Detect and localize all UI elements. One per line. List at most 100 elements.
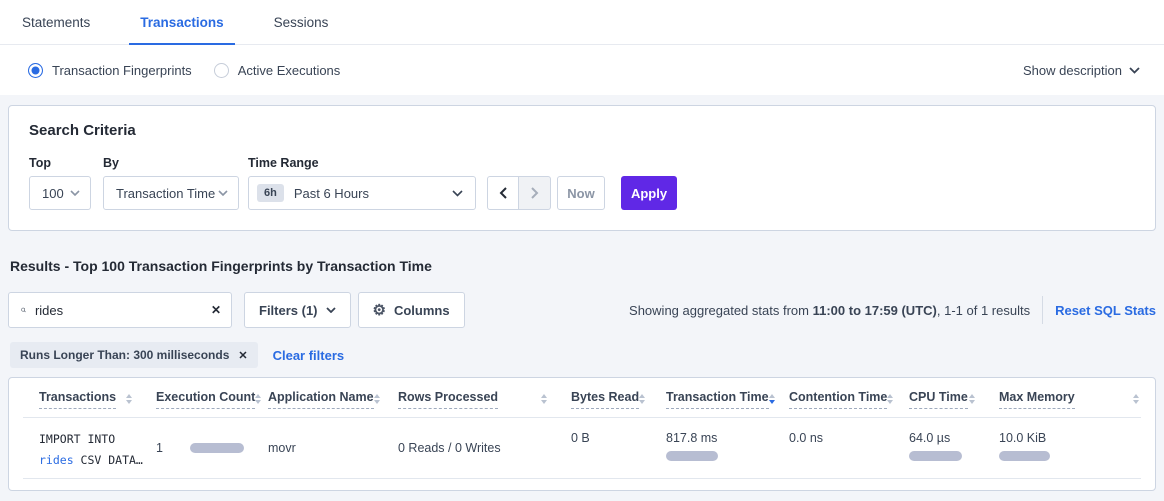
column-header-contention-time[interactable]: Contention Time <box>789 390 909 409</box>
time-range-value: Past 6 Hours <box>294 186 369 201</box>
chevron-down-icon <box>326 307 336 313</box>
radio-label: Active Executions <box>238 63 341 78</box>
by-label: By <box>103 156 248 170</box>
time-range-select[interactable]: 6h Past 6 Hours <box>248 176 476 210</box>
chevron-down-icon <box>218 190 228 196</box>
filters-button-label: Filters (1) <box>259 303 318 318</box>
rows-processed-cell: 0 Reads / 0 Writes <box>398 418 571 478</box>
sort-icon[interactable] <box>1133 390 1139 404</box>
chevron-right-icon <box>531 187 539 199</box>
filters-button[interactable]: Filters (1) <box>244 292 351 328</box>
tab-transactions[interactable]: Transactions <box>140 0 223 44</box>
top-label: Top <box>29 156 103 170</box>
clear-filters-link[interactable]: Clear filters <box>273 348 345 363</box>
filter-pill-label: Runs Longer Than: 300 milliseconds <box>20 348 229 362</box>
search-input[interactable] <box>35 303 211 318</box>
reset-sql-stats-link[interactable]: Reset SQL Stats <box>1055 303 1156 318</box>
show-description-label: Show description <box>1023 63 1122 78</box>
top-select-value: 100 <box>42 186 64 201</box>
active-filters-row: Runs Longer Than: 300 milliseconds ✕ Cle… <box>8 342 1156 368</box>
time-window-stepper <box>487 176 551 210</box>
column-header-cpu-time[interactable]: CPU Time <box>909 390 999 409</box>
sort-icon[interactable] <box>126 390 132 404</box>
top-select[interactable]: 100 <box>29 176 91 210</box>
column-header-rows-processed[interactable]: Rows Processed <box>398 390 571 409</box>
column-header-application-name[interactable]: Application Name <box>268 390 398 409</box>
chevron-left-icon <box>499 187 507 199</box>
search-box[interactable]: ✕ <box>8 292 232 328</box>
column-header-label: Transaction Time <box>666 390 769 409</box>
top-field: Top 100 <box>29 156 103 210</box>
column-header-transaction-time[interactable]: Transaction Time <box>666 390 789 409</box>
apply-button[interactable]: Apply <box>621 176 677 210</box>
view-toggle-row: Transaction Fingerprints Active Executio… <box>0 45 1164 95</box>
table-row[interactable]: IMPORT INTO rides CSV DATA… 1 movr 0 Rea… <box>23 418 1141 479</box>
contention-time-cell: 0.0 ns <box>789 418 909 478</box>
by-field: By Transaction Time <box>103 156 248 210</box>
chevron-down-icon <box>452 190 463 197</box>
columns-button-label: Columns <box>394 303 450 318</box>
column-header-transactions[interactable]: Transactions <box>39 390 156 409</box>
sort-icon[interactable] <box>374 390 380 404</box>
contention-time-value: 0.0 ns <box>789 431 885 445</box>
aggregated-stats-text: Showing aggregated stats from 11:00 to 1… <box>629 303 1030 318</box>
tab-sessions[interactable]: Sessions <box>274 0 329 44</box>
search-criteria-title: Search Criteria <box>29 122 1135 139</box>
sort-icon[interactable] <box>541 390 547 404</box>
now-button[interactable]: Now <box>557 176 605 210</box>
max-memory-cell: 10.0 KiB <box>999 418 1141 478</box>
columns-button[interactable]: ⚙ Columns <box>358 292 465 328</box>
sql-text: IMPORT INTO <box>39 432 115 446</box>
tab-bar: Statements Transactions Sessions <box>0 0 1164 45</box>
remove-filter-icon[interactable]: ✕ <box>238 349 247 362</box>
chevron-down-icon <box>70 190 80 196</box>
radio-selected-icon[interactable] <box>28 63 43 78</box>
time-range-label: Time Range <box>248 156 487 170</box>
cpu-time-value: 64.0 µs <box>909 431 975 445</box>
by-select[interactable]: Transaction Time <box>103 176 239 210</box>
column-header-label: Bytes Read <box>571 390 639 409</box>
transaction-fingerprint-cell[interactable]: IMPORT INTO rides CSV DATA… <box>39 418 156 478</box>
metric-bar <box>190 443 244 453</box>
sort-icon[interactable] <box>255 390 261 404</box>
column-header-execution-count[interactable]: Execution Count <box>156 390 268 409</box>
column-header-label: Max Memory <box>999 390 1075 409</box>
transaction-time-value: 817.8 ms <box>666 431 765 445</box>
sql-text: CSV DATA… <box>74 453 143 467</box>
column-header-max-memory[interactable]: Max Memory <box>999 390 1141 409</box>
radio-unselected-icon[interactable] <box>214 63 229 78</box>
radio-active-executions[interactable]: Active Executions <box>214 63 341 78</box>
clear-search-icon[interactable]: ✕ <box>211 303 221 317</box>
next-time-window-button[interactable] <box>519 176 551 210</box>
column-header-label: Execution Count <box>156 390 255 409</box>
search-icon <box>21 303 26 317</box>
tab-statements[interactable]: Statements <box>22 0 90 44</box>
content-area: Search Criteria Top 100 By Transaction T… <box>0 95 1164 491</box>
filter-pill: Runs Longer Than: 300 milliseconds ✕ <box>10 342 258 368</box>
sort-icon[interactable] <box>887 390 893 404</box>
results-heading: Results - Top 100 Transaction Fingerprin… <box>10 258 1156 274</box>
application-name-value: movr <box>268 441 296 455</box>
radio-label: Transaction Fingerprints <box>52 63 192 78</box>
sort-icon[interactable] <box>639 390 645 404</box>
stats-prefix: Showing aggregated stats from <box>629 303 813 318</box>
column-header-label: Rows Processed <box>398 390 498 409</box>
radio-transaction-fingerprints[interactable]: Transaction Fingerprints <box>28 63 192 78</box>
table-header-row: Transactions Execution Count Application… <box>23 380 1141 418</box>
transaction-time-cell: 817.8 ms <box>666 418 789 478</box>
previous-time-window-button[interactable] <box>487 176 519 210</box>
metric-bar <box>999 451 1050 461</box>
vertical-divider <box>1042 296 1043 324</box>
time-range-badge: 6h <box>257 184 284 202</box>
time-range-field: Time Range 6h Past 6 Hours <box>248 156 487 210</box>
chevron-down-icon <box>1129 67 1140 74</box>
column-header-label: CPU Time <box>909 390 968 409</box>
sort-icon[interactable] <box>969 390 975 404</box>
page: Statements Transactions Sessions Transac… <box>0 0 1164 491</box>
bytes-read-cell: 0 B <box>571 418 666 478</box>
column-header-bytes-read[interactable]: Bytes Read <box>571 390 666 409</box>
metric-bar <box>666 451 718 461</box>
sort-desc-active-icon[interactable] <box>769 390 775 404</box>
show-description-toggle[interactable]: Show description <box>1023 63 1140 78</box>
transaction-link[interactable]: rides <box>39 453 74 467</box>
